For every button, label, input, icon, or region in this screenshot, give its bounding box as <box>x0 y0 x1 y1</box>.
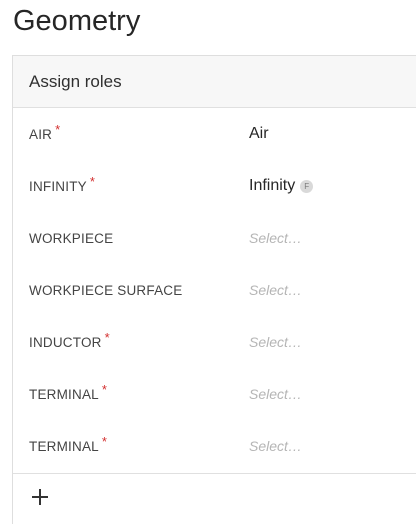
role-select-inductor[interactable]: Select… <box>249 334 302 350</box>
role-value-text: Air <box>249 125 269 142</box>
role-select-infinity[interactable]: Infinity F <box>249 177 314 195</box>
role-row-terminal-1: TERMINAL * Select… <box>13 368 416 420</box>
card-footer <box>13 473 416 525</box>
role-label-text: TERMINAL <box>29 386 99 402</box>
role-select-terminal-1[interactable]: Select… <box>249 386 302 402</box>
role-label: INDUCTOR * <box>29 330 110 350</box>
role-select-air[interactable]: Air <box>249 125 269 143</box>
required-marker: * <box>101 381 108 397</box>
role-row-terminal-2: TERMINAL * Select… <box>13 420 416 472</box>
role-row-workpiece: WORKPIECE Select… <box>13 212 416 264</box>
role-value-placeholder: Select… <box>249 230 302 246</box>
role-label-text: AIR <box>29 126 53 142</box>
role-row-inductor: INDUCTOR * Select… <box>13 316 416 368</box>
role-value-placeholder: Select… <box>249 282 302 298</box>
role-label: TERMINAL * <box>29 382 107 402</box>
role-label: WORKPIECE <box>29 231 113 246</box>
required-marker: * <box>55 121 61 137</box>
role-value-placeholder: Select… <box>249 334 302 350</box>
role-select-workpiece[interactable]: Select… <box>249 230 302 246</box>
assign-roles-card: Assign roles AIR * Air INFINITY * Infinity… <box>12 55 416 524</box>
role-row-workpiece-surface: WORKPIECE SURFACE Select… <box>13 264 416 316</box>
required-marker: * <box>104 329 110 345</box>
role-select-terminal-2[interactable]: Select… <box>249 438 302 454</box>
page-title: Geometry <box>13 5 141 37</box>
roles-list: AIR * Air INFINITY * Infinity F WORKPIECE S… <box>13 108 416 472</box>
role-value-placeholder: Select… <box>249 386 302 402</box>
role-label: TERMINAL * <box>29 434 107 454</box>
card-title: Assign roles <box>29 71 122 91</box>
role-label: AIR * <box>29 122 60 142</box>
role-row-air: AIR * Air <box>13 108 416 160</box>
card-header: Assign roles <box>13 56 416 108</box>
role-label-text: INDUCTOR <box>29 334 102 350</box>
role-label-text: INFINITY <box>29 178 87 194</box>
add-role-button[interactable] <box>29 486 51 508</box>
role-label-text: WORKPIECE SURFACE <box>29 282 183 298</box>
role-value-placeholder: Select… <box>249 438 302 454</box>
role-value-text: Infinity <box>249 177 296 194</box>
f-badge-icon: F <box>300 179 314 193</box>
role-label: INFINITY * <box>29 174 95 194</box>
role-row-infinity: INFINITY * Infinity F <box>13 160 416 212</box>
role-label-text: TERMINAL <box>29 438 99 454</box>
required-marker: * <box>89 173 96 189</box>
role-label-text: WORKPIECE <box>29 230 114 246</box>
role-label: WORKPIECE SURFACE <box>29 283 182 298</box>
role-select-workpiece-surface[interactable]: Select… <box>249 282 302 298</box>
required-marker: * <box>101 433 108 449</box>
